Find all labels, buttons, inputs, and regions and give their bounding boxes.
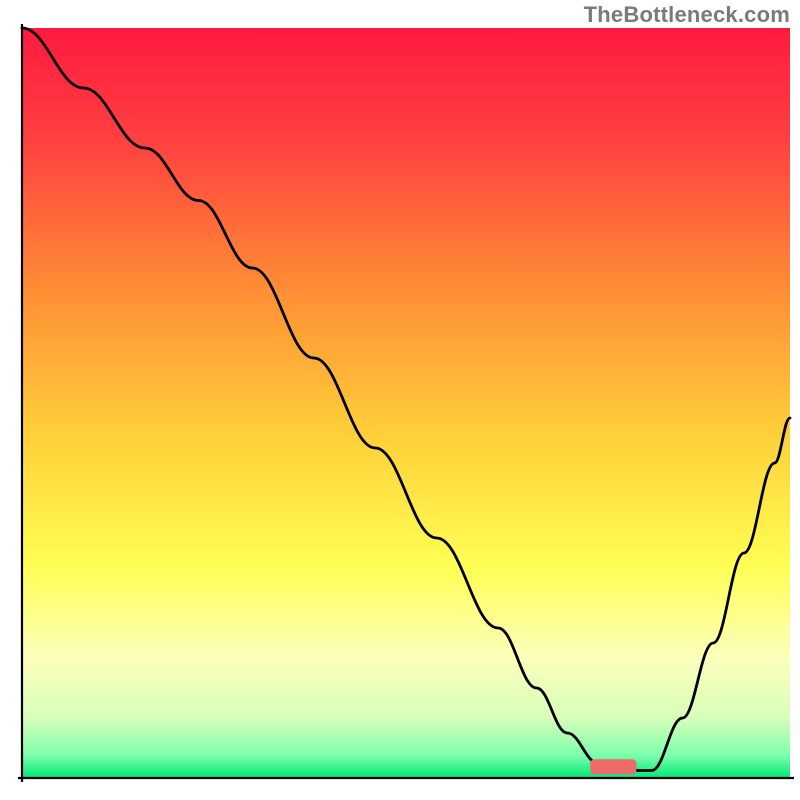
chart-background [22, 28, 790, 778]
watermark-label: TheBottleneck.com [584, 2, 790, 28]
target-marker [590, 759, 636, 774]
chart-container: TheBottleneck.com [0, 0, 800, 800]
chart-svg [0, 0, 800, 800]
